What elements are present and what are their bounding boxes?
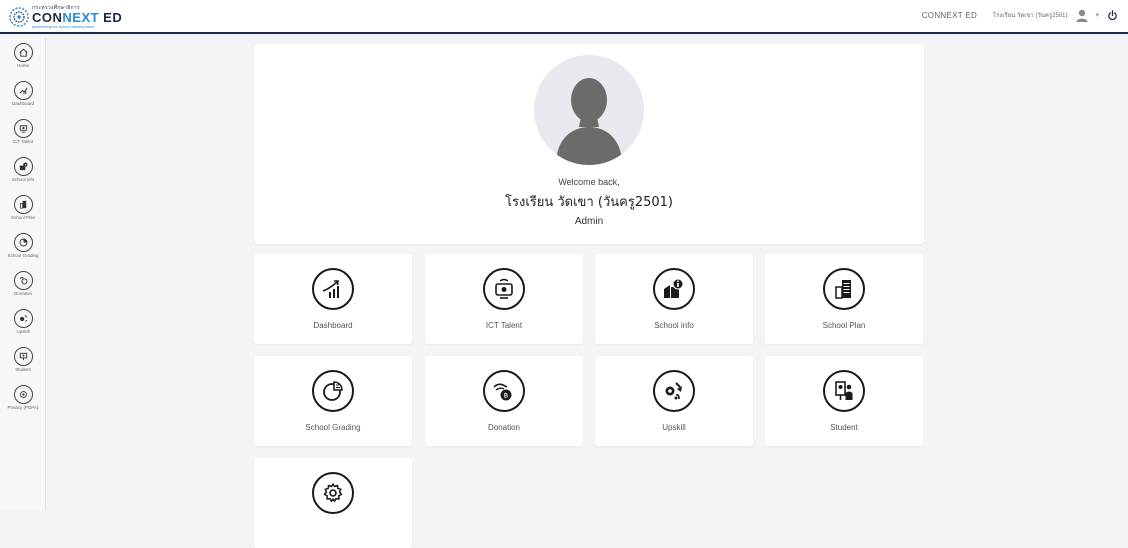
tile-label: ICT Talent	[485, 321, 523, 330]
school-info-icon	[13, 157, 33, 176]
connext-ed-logo[interactable]: กระทรวงศึกษาธิการ CONNEXT ED partnership…	[8, 4, 122, 30]
profile-avatar	[534, 55, 644, 165]
donation-icon: ฿	[483, 370, 525, 412]
user-menu-caret[interactable]: ▾	[1095, 11, 1099, 19]
user-silhouette-icon	[556, 78, 622, 165]
home-icon	[13, 43, 33, 62]
school-grading-icon	[13, 233, 33, 252]
tile-school-info[interactable]: School info	[595, 254, 753, 344]
tile-school-plan[interactable]: School Plan	[765, 254, 923, 344]
sidebar-item-label: School info	[11, 177, 35, 182]
sidebar-item-school-plan[interactable]: School Plan	[0, 192, 46, 232]
student-icon	[823, 370, 865, 412]
tile-dashboard[interactable]: Dashboard	[254, 254, 412, 344]
donation-icon	[13, 271, 33, 290]
upskill-icon	[13, 309, 33, 328]
sidebar-item-ict-talent[interactable]: ICT Talent	[0, 116, 46, 156]
sidebar-item-school-grading[interactable]: School Grading	[0, 230, 46, 270]
tile-student[interactable]: Student	[765, 356, 923, 446]
upskill-icon	[653, 370, 695, 412]
tile-label: School info	[654, 321, 694, 330]
dashboard-icon	[13, 81, 33, 100]
tile-label: Student	[830, 423, 858, 432]
user-avatar-icon[interactable]	[1075, 8, 1089, 22]
user-role: Admin	[574, 216, 604, 227]
tile-ict-talent[interactable]: ICT Talent	[425, 254, 583, 344]
sidebar-item-label: Dashboard	[11, 101, 34, 106]
sidebar-item-student[interactable]: Student	[0, 344, 46, 384]
sidebar-item-privacy[interactable]: Privacy (PDPA)	[0, 382, 46, 422]
ict-talent-icon	[13, 119, 33, 138]
sidebar-item-home[interactable]: Home	[0, 40, 46, 80]
power-icon[interactable]	[1107, 9, 1118, 21]
school-plan-icon	[13, 195, 33, 214]
tile-label: School Grading	[305, 423, 361, 432]
tile-settings[interactable]	[254, 458, 412, 548]
tile-label: Upskill	[662, 423, 686, 432]
tile-label: School Plan	[822, 321, 866, 330]
school-info-icon	[653, 268, 695, 310]
tile-label: Dashboard	[313, 321, 353, 330]
sidebar-item-label: ICT Talent	[12, 139, 34, 144]
logo-tagline: partnership for school development	[32, 23, 95, 29]
student-icon	[13, 347, 33, 366]
sidebar-item-label: Home	[16, 63, 29, 68]
logo-wordmark: CONNEXT ED	[32, 9, 123, 25]
globe-logo-icon	[9, 7, 29, 27]
welcome-text: Welcome back,	[558, 177, 620, 187]
tile-label: Donation	[487, 423, 521, 432]
sidebar-item-label: School Grading	[7, 253, 39, 258]
profile-card: Welcome back, โรงเรียน วัดเขา (วันครู250…	[254, 44, 924, 244]
sidebar-item-dashboard[interactable]: Dashboard	[0, 78, 46, 118]
sidebar-item-label: Privacy (PDPA)	[7, 405, 39, 410]
sidebar-item-label: Upskill	[16, 329, 30, 334]
top-bar: กระทรวงศึกษาธิการ CONNEXT ED partnership…	[0, 0, 1128, 34]
user-name[interactable]: โรงเรียน วัดเขา (วันครู2501)	[993, 10, 1067, 20]
sidebar-item-donation[interactable]: Donation	[0, 268, 46, 308]
sidebar-item-upskill[interactable]: Upskill	[0, 306, 46, 346]
settings-icon	[312, 472, 354, 514]
tile-donation[interactable]: ฿ Donation	[425, 356, 583, 446]
tile-school-grading[interactable]: School Grading	[254, 356, 412, 446]
school-plan-icon	[823, 268, 865, 310]
svg-text:฿: ฿	[504, 392, 508, 400]
sidebar: Home Dashboard ICT Talent School info Sc…	[0, 38, 46, 510]
dashboard-icon	[312, 268, 354, 310]
privacy-icon	[13, 385, 33, 404]
tile-upskill[interactable]: Upskill	[595, 356, 753, 446]
ict-talent-icon	[483, 268, 525, 310]
sidebar-item-label: Donation	[13, 291, 32, 296]
connext-ed-link[interactable]: CONNEXT ED	[922, 11, 977, 20]
school-grading-icon	[312, 370, 354, 412]
school-name: โรงเรียน วัดเขา (วันครู2501)	[505, 195, 673, 210]
sidebar-item-school-info[interactable]: School info	[0, 154, 46, 194]
sidebar-item-label: Student	[15, 367, 31, 372]
sidebar-item-label: School Plan	[10, 215, 36, 220]
